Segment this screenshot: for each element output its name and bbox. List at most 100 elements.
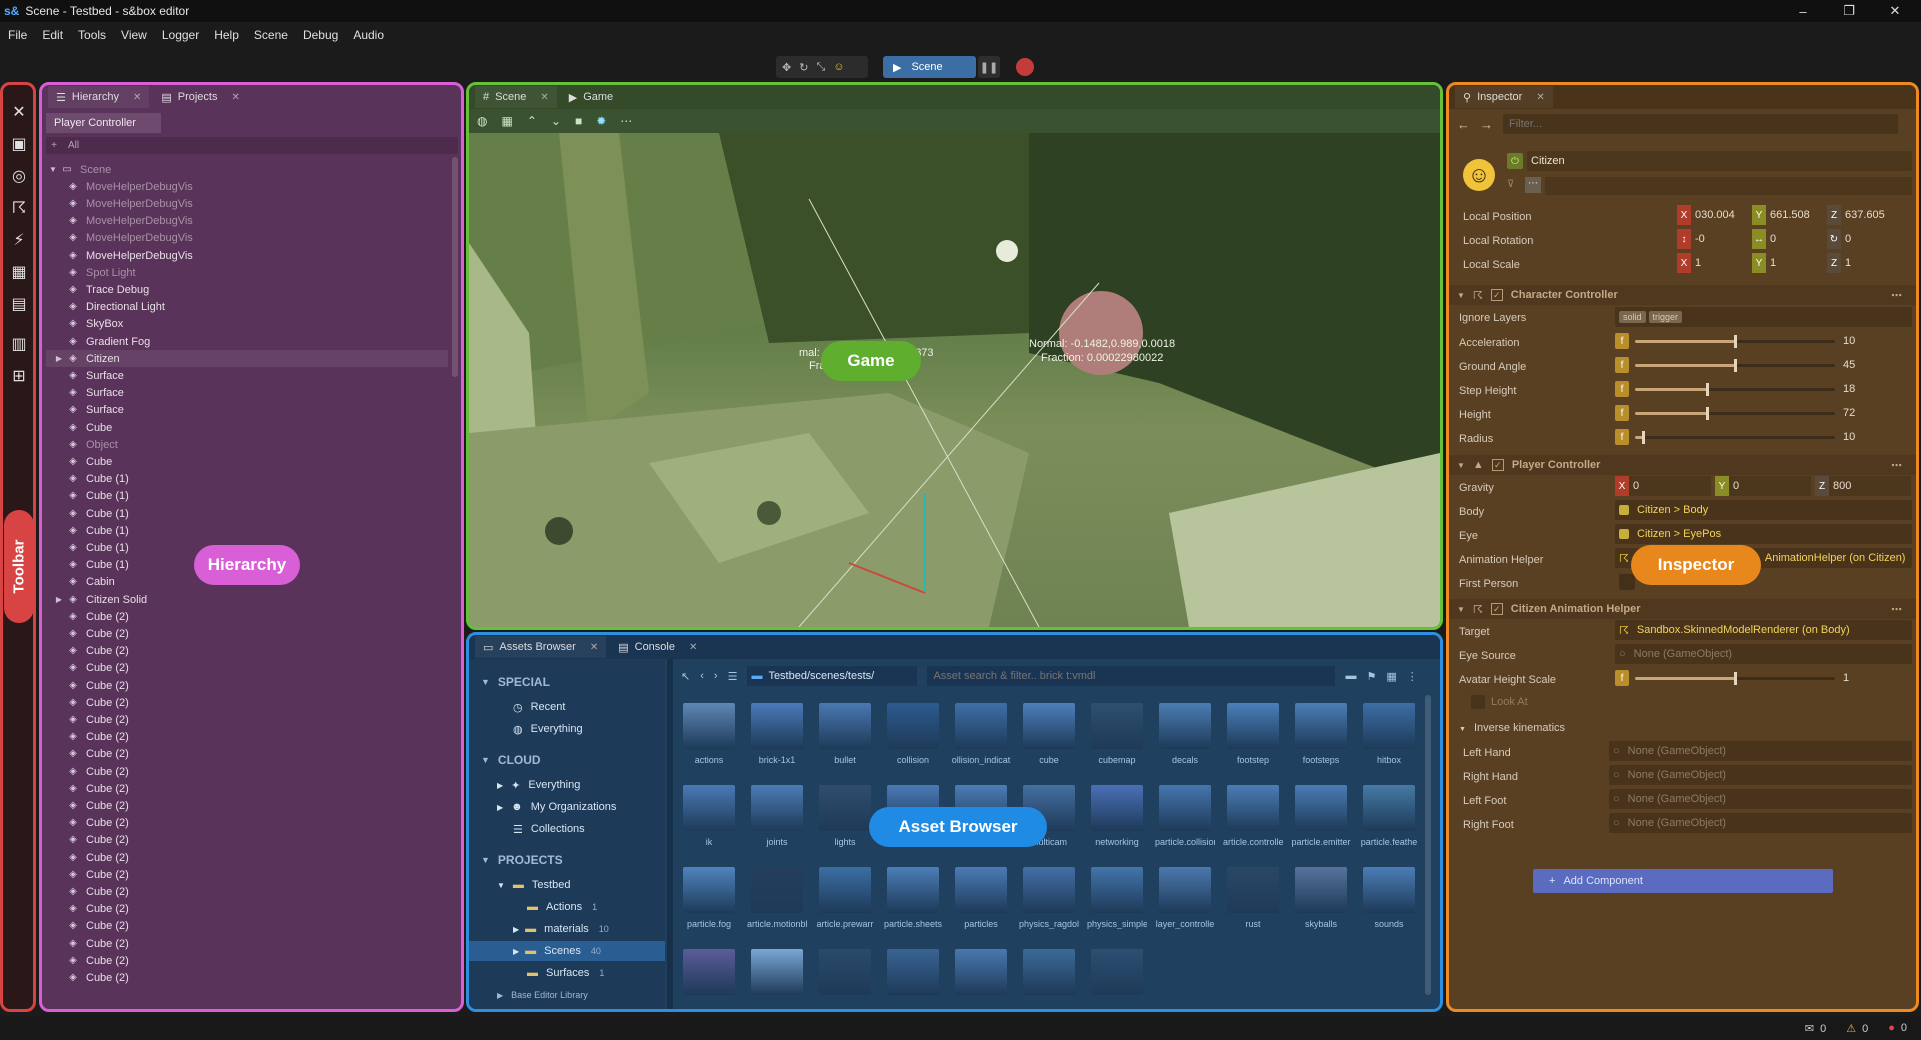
scale-y[interactable]: Y1 [1752,253,1776,273]
asset-item[interactable]: particle.feathe [1359,785,1419,847]
hierarchy-row[interactable]: ◈ Cube (2) [46,711,448,728]
hierarchy-row[interactable]: ◈ MoveHelperDebugVis [46,195,448,212]
hierarchy-row[interactable]: ◈ Cube (2) [46,625,448,642]
more-icon[interactable]: ⋮ [1407,670,1418,683]
ignore-layers-field[interactable]: solid trigger [1615,307,1912,327]
tab-scene[interactable]: # Scene ✕ [475,86,557,108]
tree-my-organizations[interactable]: ▶ ☻ My Organizations [497,797,616,817]
hierarchy-filter[interactable]: + All [46,137,458,154]
tree-folder-surfaces[interactable]: ▬ Surfaces 1 [527,963,604,983]
calculator-icon[interactable]: ▥ [8,333,30,355]
slider-track[interactable] [1635,406,1835,420]
slider-knob[interactable] [1734,671,1737,685]
slider-track[interactable] [1635,430,1835,444]
avatar-height-scale-slider[interactable]: f 1 [1615,668,1849,688]
emoji-icon[interactable]: ☺ [833,61,844,73]
back-arrow-icon[interactable]: ‹ [700,670,704,682]
asset-item[interactable]: article.prewarr [815,867,875,929]
hierarchy-row[interactable]: ◈ Surface [46,385,448,402]
asset-search-input[interactable] [927,666,1336,686]
maximize-button[interactable]: ❐ [1826,0,1872,22]
chevron-right-icon[interactable]: ▶ [52,354,66,363]
tree-folder-scenes[interactable]: ▶ ▬ Scenes 40 [469,941,665,961]
hierarchy-row[interactable]: ◈ Cube (2) [46,608,448,625]
eye-source-field[interactable]: ○ None (GameObject) [1615,644,1912,664]
more-icon[interactable]: ⋯ [1891,459,1902,472]
slider-track[interactable] [1635,382,1835,396]
move-icon[interactable]: ✥ [782,61,791,74]
first-person-checkbox[interactable] [1619,574,1635,590]
asset-item[interactable]: footstep [1223,703,1283,765]
object-name-field[interactable]: Citizen [1527,151,1912,171]
hierarchy-row[interactable]: ◈ Cube (2) [46,952,448,969]
tools-icon[interactable]: ✕ [8,101,30,123]
hierarchy-row[interactable]: ▶ ◈ Citizen [46,350,448,368]
hierarchy-row[interactable]: ◈ Object [46,436,448,453]
smiley-icon[interactable]: ☺ [1463,159,1495,191]
hierarchy-row[interactable]: ◈ MoveHelperDebugVis [46,178,448,195]
hierarchy-row[interactable]: ◈ MoveHelperDebugVis [46,230,448,247]
tab-projects[interactable]: ▤ Projects ✕ [153,86,248,108]
asset-item[interactable]: actions [679,703,739,765]
asset-item[interactable]: ik [679,785,739,847]
asset-item[interactable]: particle.emitter [1291,785,1351,847]
asset-item[interactable]: sounds [1359,867,1419,929]
hierarchy-row[interactable]: ◈ Cube (2) [46,797,448,814]
slider-knob[interactable] [1706,382,1709,396]
magic-wand-icon[interactable]: ⚡ [8,229,30,251]
hierarchy-row[interactable]: ◈ Surface [46,367,448,384]
inspector-filter-input[interactable] [1503,114,1898,134]
hierarchy-row[interactable]: ◈ Cube (2) [46,729,448,746]
asset-item[interactable]: footsteps [1291,703,1351,765]
menu-audio[interactable]: Audio [353,28,384,42]
rotation-y[interactable]: ↔ 0 [1752,229,1776,249]
forward-arrow-icon[interactable]: › [714,670,718,682]
grid-toggle-icon[interactable]: ▦ [501,114,512,128]
slider-track[interactable] [1635,334,1835,348]
rotation-x[interactable]: ↕ -0 [1677,229,1705,249]
asset-item[interactable]: article.motionbl [747,867,807,929]
scene-root-row[interactable]: ▼ ▭ Scene [46,161,111,178]
hierarchy-row[interactable]: ◈ Cube (2) [46,832,448,849]
slider-knob[interactable] [1734,358,1737,372]
scale-x[interactable]: X1 [1677,253,1701,273]
hierarchy-row[interactable]: ◈ Trace Debug [46,281,448,298]
tree-testbed[interactable]: ▼ ▬ Testbed [497,875,570,895]
asset-item[interactable]: layer_controlle [1155,867,1215,929]
tab-assets-browser[interactable]: ▭ Assets Browser ✕ [475,636,607,658]
hierarchy-scrollbar[interactable] [452,157,458,377]
scale-z[interactable]: Z1 [1827,253,1851,273]
projects-header[interactable]: ▼ PROJECTS [481,853,563,867]
tags-field[interactable] [1545,177,1912,195]
tag-solid[interactable]: solid [1619,311,1646,323]
folder-icon[interactable]: ▬ [1345,670,1356,682]
hierarchy-row[interactable]: ◈ MoveHelperDebugVis [46,247,448,264]
scene-viewport[interactable]: mal: -0.4613,0.7414,0.4873 Fraction: 0.0… [469,133,1440,627]
chevron-up-icon[interactable]: ⌃ [527,114,537,128]
tags-button[interactable]: ⋯ [1525,177,1541,193]
hierarchy-row[interactable]: ◈ Cube (2) [46,883,448,900]
more-icon[interactable]: ⋯ [1891,603,1902,616]
hierarchy-row[interactable]: ◈ Cube (2) [46,969,448,986]
asset-item[interactable] [883,949,943,1001]
hierarchy-row[interactable]: ◈ Cube [46,419,448,436]
tree-base-editor-library[interactable]: ▶ Base Editor Library [497,985,588,1005]
hierarchy-row[interactable]: ◈ Cube (2) [46,901,448,918]
hierarchy-row[interactable]: ◈ Cube (2) [46,918,448,935]
film-icon[interactable]: ▤ [8,293,30,315]
asset-item[interactable]: bullet [815,703,875,765]
pause-button[interactable]: ❚❚ [978,56,1000,78]
close-icon[interactable]: ✕ [232,92,240,103]
globe-icon[interactable]: ◍ [477,114,487,128]
hierarchy-row[interactable]: ◈ SkyBox [46,316,448,333]
tag-trigger[interactable]: trigger [1648,311,1683,323]
menu-logger[interactable]: Logger [162,28,199,42]
tree-cloud-everything[interactable]: ▶ ✦ Everything [497,775,580,795]
slider-knob[interactable] [1642,430,1645,444]
asset-item[interactable]: physics_simple [1087,867,1147,929]
asset-item[interactable]: particles [951,867,1011,929]
special-header[interactable]: ▼ SPECIAL [481,675,550,689]
hierarchy-row[interactable]: ◈ Surface [46,402,448,419]
menu-tools[interactable]: Tools [78,28,106,42]
hierarchy-row[interactable]: ◈ Cube (2) [46,660,448,677]
